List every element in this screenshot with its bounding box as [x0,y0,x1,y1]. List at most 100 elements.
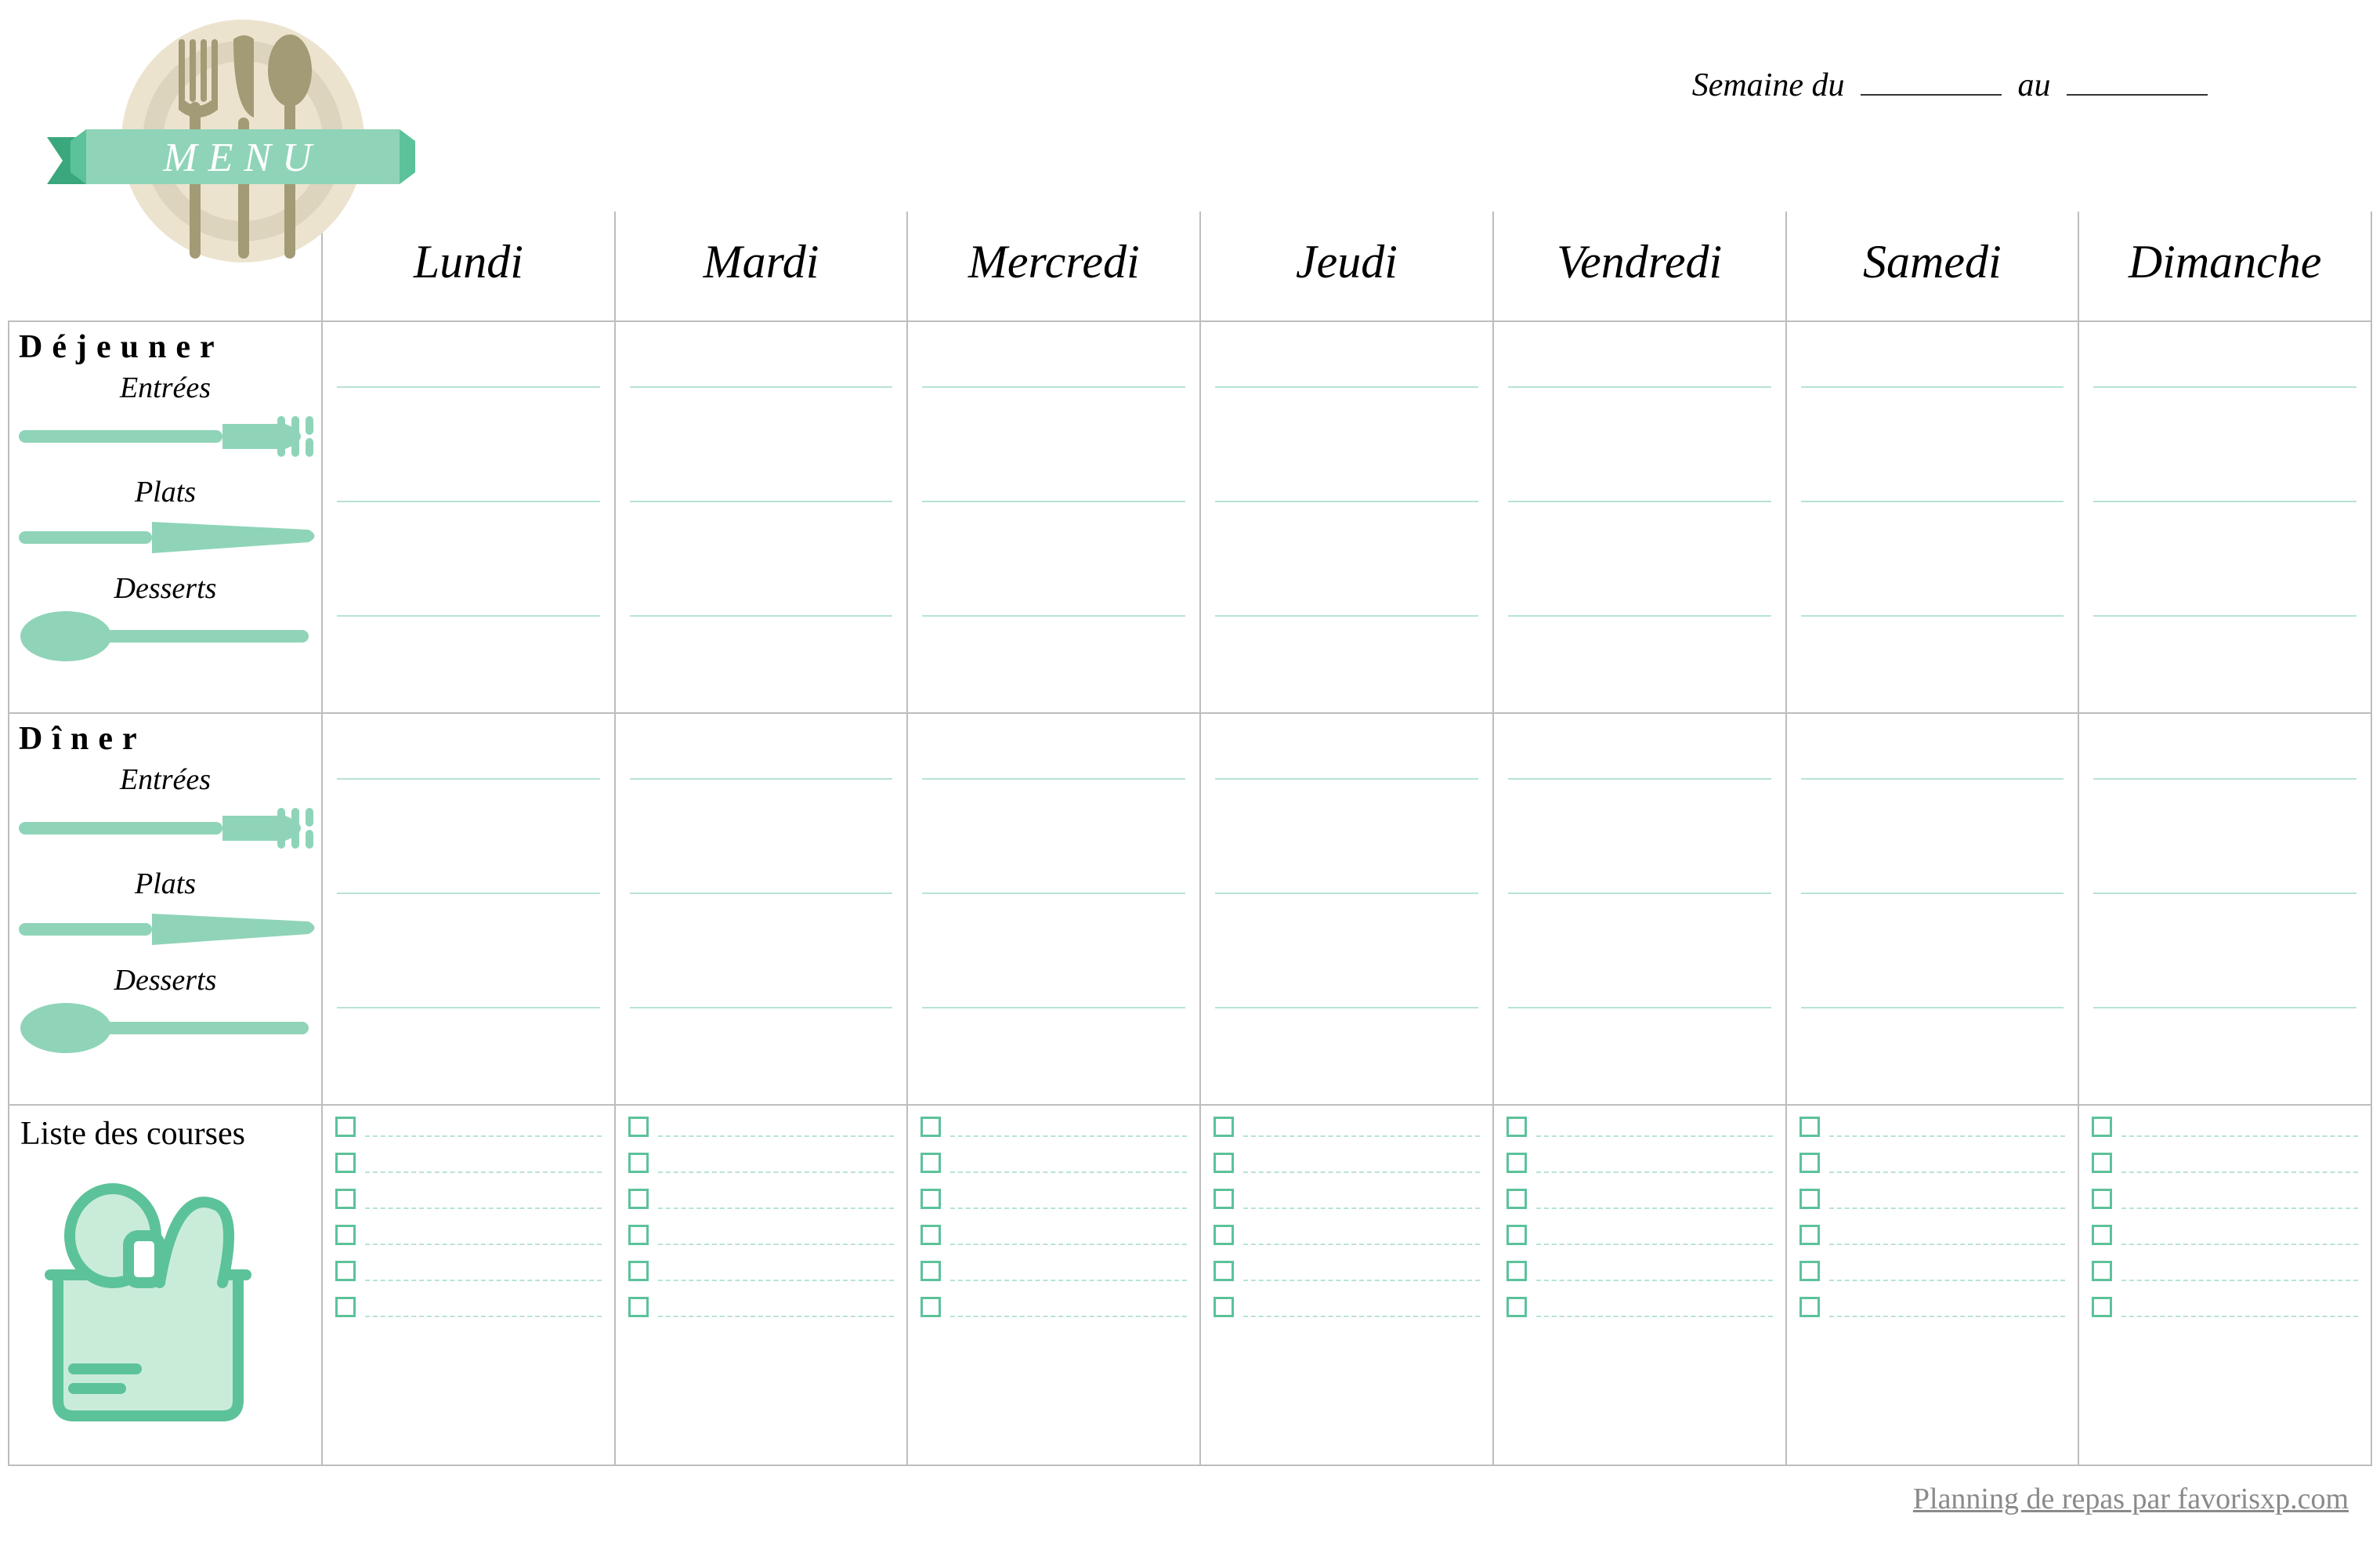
lunch-cell[interactable] [1200,321,1493,713]
shopping-item-row[interactable] [1214,1189,1480,1209]
checkbox-icon[interactable] [628,1261,649,1281]
shopping-item-row[interactable] [921,1297,1187,1317]
week-from-input[interactable] [1861,91,2002,96]
shopping-item-row[interactable] [921,1117,1187,1137]
shopping-item-row[interactable] [335,1297,602,1317]
shopping-item-line[interactable] [365,1242,602,1245]
checkbox-icon[interactable] [628,1297,649,1317]
checkbox-icon[interactable] [1214,1297,1234,1317]
checkbox-icon[interactable] [628,1117,649,1137]
shopping-item-row[interactable] [628,1189,895,1209]
shopping-item-row[interactable] [1214,1225,1480,1245]
shopping-item-row[interactable] [1799,1189,2066,1209]
checkbox-icon[interactable] [1799,1153,1820,1173]
shopping-item-line[interactable] [1829,1170,2066,1173]
shopping-item-row[interactable] [1799,1225,2066,1245]
checkbox-icon[interactable] [1214,1117,1234,1137]
checkbox-icon[interactable] [921,1153,941,1173]
shopping-item-line[interactable] [1243,1278,1480,1281]
checkbox-icon[interactable] [1506,1261,1527,1281]
shopping-item-line[interactable] [1536,1170,1773,1173]
lunch-cell[interactable] [1493,321,1786,713]
checkbox-icon[interactable] [1214,1189,1234,1209]
shopping-item-row[interactable] [1506,1117,1773,1137]
checkbox-icon[interactable] [1506,1225,1527,1245]
checkbox-icon[interactable] [1214,1225,1234,1245]
shopping-item-row[interactable] [628,1153,895,1173]
shopping-item-line[interactable] [1536,1278,1773,1281]
shopping-item-row[interactable] [335,1153,602,1173]
checkbox-icon[interactable] [1214,1261,1234,1281]
shopping-cell[interactable] [1200,1105,1493,1465]
shopping-cell[interactable] [1786,1105,2079,1465]
lunch-cell[interactable] [907,321,1200,713]
checkbox-icon[interactable] [2092,1225,2112,1245]
shopping-item-line[interactable] [1829,1134,2066,1137]
shopping-item-line[interactable] [950,1134,1187,1137]
shopping-item-row[interactable] [335,1117,602,1137]
checkbox-icon[interactable] [335,1261,356,1281]
checkbox-icon[interactable] [1506,1189,1527,1209]
shopping-item-line[interactable] [365,1170,602,1173]
shopping-item-row[interactable] [2092,1297,2358,1317]
shopping-item-line[interactable] [365,1278,602,1281]
shopping-item-row[interactable] [921,1225,1187,1245]
shopping-item-line[interactable] [950,1242,1187,1245]
shopping-item-line[interactable] [2121,1242,2358,1245]
checkbox-icon[interactable] [2092,1153,2112,1173]
shopping-item-line[interactable] [950,1170,1187,1173]
checkbox-icon[interactable] [921,1189,941,1209]
shopping-item-row[interactable] [2092,1153,2358,1173]
lunch-cell[interactable] [2078,321,2371,713]
shopping-item-row[interactable] [1506,1261,1773,1281]
shopping-item-row[interactable] [628,1117,895,1137]
shopping-item-line[interactable] [2121,1278,2358,1281]
dinner-cell[interactable] [1786,713,2079,1105]
checkbox-icon[interactable] [628,1153,649,1173]
checkbox-icon[interactable] [1799,1117,1820,1137]
dinner-cell[interactable] [2078,713,2371,1105]
checkbox-icon[interactable] [335,1225,356,1245]
lunch-cell[interactable] [322,321,615,713]
shopping-item-line[interactable] [1536,1314,1773,1317]
shopping-item-row[interactable] [2092,1225,2358,1245]
shopping-item-row[interactable] [1506,1153,1773,1173]
shopping-item-row[interactable] [335,1225,602,1245]
shopping-item-line[interactable] [658,1170,895,1173]
shopping-item-line[interactable] [1243,1242,1480,1245]
shopping-item-row[interactable] [921,1153,1187,1173]
shopping-cell[interactable] [2078,1105,2371,1465]
checkbox-icon[interactable] [335,1297,356,1317]
checkbox-icon[interactable] [335,1117,356,1137]
shopping-item-row[interactable] [628,1261,895,1281]
shopping-item-line[interactable] [1243,1314,1480,1317]
shopping-item-line[interactable] [658,1242,895,1245]
shopping-item-line[interactable] [658,1278,895,1281]
checkbox-icon[interactable] [1799,1225,1820,1245]
checkbox-icon[interactable] [2092,1297,2112,1317]
shopping-cell[interactable] [907,1105,1200,1465]
shopping-item-line[interactable] [365,1206,602,1209]
shopping-item-line[interactable] [2121,1314,2358,1317]
checkbox-icon[interactable] [2092,1261,2112,1281]
shopping-item-row[interactable] [1214,1117,1480,1137]
lunch-cell[interactable] [615,321,908,713]
shopping-item-row[interactable] [1799,1117,2066,1137]
shopping-item-line[interactable] [1536,1134,1773,1137]
shopping-item-row[interactable] [1506,1225,1773,1245]
shopping-item-line[interactable] [950,1206,1187,1209]
shopping-item-row[interactable] [2092,1117,2358,1137]
shopping-item-row[interactable] [1506,1297,1773,1317]
shopping-item-row[interactable] [628,1297,895,1317]
shopping-item-row[interactable] [1506,1189,1773,1209]
shopping-item-line[interactable] [365,1314,602,1317]
shopping-item-line[interactable] [1829,1314,2066,1317]
shopping-item-line[interactable] [1243,1206,1480,1209]
shopping-item-line[interactable] [1243,1134,1480,1137]
checkbox-icon[interactable] [1506,1153,1527,1173]
shopping-item-row[interactable] [335,1189,602,1209]
shopping-item-line[interactable] [2121,1206,2358,1209]
dinner-cell[interactable] [907,713,1200,1105]
checkbox-icon[interactable] [335,1153,356,1173]
shopping-item-line[interactable] [1243,1170,1480,1173]
